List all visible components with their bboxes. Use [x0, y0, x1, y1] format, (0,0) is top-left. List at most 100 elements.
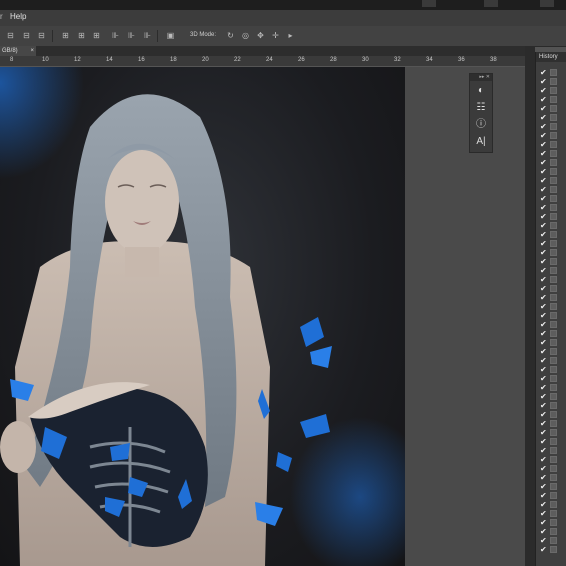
checkmark-icon[interactable]: ✔ — [540, 284, 547, 293]
checkmark-icon[interactable]: ✔ — [540, 149, 547, 158]
checkmark-icon[interactable]: ✔ — [540, 527, 547, 536]
checkmark-icon[interactable]: ✔ — [540, 140, 547, 149]
history-row[interactable]: ✔ — [536, 428, 566, 437]
checkmark-icon[interactable]: ✔ — [540, 266, 547, 275]
history-row[interactable]: ✔ — [536, 410, 566, 419]
checkmark-icon[interactable]: ✔ — [540, 428, 547, 437]
history-row[interactable]: ✔ — [536, 176, 566, 185]
visibility-box-icon[interactable] — [550, 186, 557, 193]
checkmark-icon[interactable]: ✔ — [540, 365, 547, 374]
history-row[interactable]: ✔ — [536, 536, 566, 545]
history-row[interactable]: ✔ — [536, 104, 566, 113]
checkmark-icon[interactable]: ✔ — [540, 293, 547, 302]
visibility-box-icon[interactable] — [550, 420, 557, 427]
checkmark-icon[interactable]: ✔ — [540, 221, 547, 230]
character-icon[interactable]: A| — [473, 135, 489, 149]
history-row[interactable]: ✔ — [536, 149, 566, 158]
checkmark-icon[interactable]: ✔ — [540, 374, 547, 383]
history-row[interactable]: ✔ — [536, 284, 566, 293]
history-row[interactable]: ✔ — [536, 221, 566, 230]
history-row[interactable]: ✔ — [536, 482, 566, 491]
visibility-box-icon[interactable] — [550, 96, 557, 103]
visibility-box-icon[interactable] — [550, 213, 557, 220]
checkmark-icon[interactable]: ✔ — [540, 410, 547, 419]
checkmark-icon[interactable]: ✔ — [540, 536, 547, 545]
3d-scale-icon[interactable]: ▸ — [286, 31, 295, 40]
visibility-box-icon[interactable] — [550, 321, 557, 328]
history-panel-title[interactable]: History — [536, 52, 566, 62]
document-canvas[interactable] — [0, 67, 405, 566]
visibility-box-icon[interactable] — [550, 132, 557, 139]
visibility-box-icon[interactable] — [550, 375, 557, 382]
visibility-box-icon[interactable] — [550, 519, 557, 526]
history-row[interactable]: ✔ — [536, 266, 566, 275]
history-row[interactable]: ✔ — [536, 464, 566, 473]
checkmark-icon[interactable]: ✔ — [540, 491, 547, 500]
visibility-box-icon[interactable] — [550, 249, 557, 256]
history-row[interactable]: ✔ — [536, 356, 566, 365]
history-row[interactable]: ✔ — [536, 122, 566, 131]
checkmark-icon[interactable]: ✔ — [540, 383, 547, 392]
checkmark-icon[interactable]: ✔ — [540, 122, 547, 131]
menu-item-help[interactable]: Help — [10, 12, 26, 21]
checkmark-icon[interactable]: ✔ — [540, 86, 547, 95]
checkmark-icon[interactable]: ✔ — [540, 419, 547, 428]
minimize-button[interactable] — [422, 0, 436, 7]
3d-rotate-icon[interactable]: ↻ — [226, 31, 235, 40]
visibility-box-icon[interactable] — [550, 123, 557, 130]
checkmark-icon[interactable]: ✔ — [540, 104, 547, 113]
checkmark-icon[interactable]: ✔ — [540, 230, 547, 239]
close-tab-icon[interactable]: × — [30, 46, 34, 56]
visibility-box-icon[interactable] — [550, 411, 557, 418]
distribute-right-icon[interactable]: ⊪ — [143, 31, 152, 40]
history-row[interactable]: ✔ — [536, 140, 566, 149]
checkmark-icon[interactable]: ✔ — [540, 68, 547, 77]
visibility-box-icon[interactable] — [550, 78, 557, 85]
visibility-box-icon[interactable] — [550, 501, 557, 508]
checkmark-icon[interactable]: ✔ — [540, 194, 547, 203]
visibility-box-icon[interactable] — [550, 150, 557, 157]
visibility-box-icon[interactable] — [550, 474, 557, 481]
history-row[interactable]: ✔ — [536, 320, 566, 329]
visibility-box-icon[interactable] — [550, 312, 557, 319]
distribute-hcenter-icon[interactable]: ⊪ — [127, 31, 136, 40]
history-row[interactable]: ✔ — [536, 302, 566, 311]
history-row[interactable]: ✔ — [536, 167, 566, 176]
checkmark-icon[interactable]: ✔ — [540, 77, 547, 86]
history-row[interactable]: ✔ — [536, 455, 566, 464]
maximize-button[interactable] — [484, 0, 498, 7]
checkmark-icon[interactable]: ✔ — [540, 500, 547, 509]
visibility-box-icon[interactable] — [550, 285, 557, 292]
3d-roll-icon[interactable]: ◎ — [241, 31, 250, 40]
history-row[interactable]: ✔ — [536, 293, 566, 302]
checkmark-icon[interactable]: ✔ — [540, 464, 547, 473]
visibility-box-icon[interactable] — [550, 195, 557, 202]
history-row[interactable]: ✔ — [536, 95, 566, 104]
distribute-vcenter-icon[interactable]: ⊞ — [77, 31, 86, 40]
visibility-box-icon[interactable] — [550, 465, 557, 472]
visibility-box-icon[interactable] — [550, 528, 557, 535]
checkmark-icon[interactable]: ✔ — [540, 248, 547, 257]
3d-slide-icon[interactable]: ✛ — [271, 31, 280, 40]
history-row[interactable]: ✔ — [536, 338, 566, 347]
checkmark-icon[interactable]: ✔ — [540, 446, 547, 455]
history-row[interactable]: ✔ — [536, 248, 566, 257]
history-row[interactable]: ✔ — [536, 401, 566, 410]
history-row[interactable]: ✔ — [536, 437, 566, 446]
visibility-box-icon[interactable] — [550, 402, 557, 409]
checkmark-icon[interactable]: ✔ — [540, 320, 547, 329]
checkmark-icon[interactable]: ✔ — [540, 509, 547, 518]
history-row[interactable]: ✔ — [536, 329, 566, 338]
visibility-box-icon[interactable] — [550, 537, 557, 544]
history-row[interactable]: ✔ — [536, 473, 566, 482]
checkmark-icon[interactable]: ✔ — [540, 329, 547, 338]
visibility-box-icon[interactable] — [550, 222, 557, 229]
history-row[interactable]: ✔ — [536, 131, 566, 140]
visibility-box-icon[interactable] — [550, 141, 557, 148]
visibility-box-icon[interactable] — [550, 366, 557, 373]
close-window-button[interactable] — [540, 0, 554, 7]
visibility-box-icon[interactable] — [550, 348, 557, 355]
align-bottom-icon[interactable]: ⊟ — [37, 31, 46, 40]
checkmark-icon[interactable]: ✔ — [540, 257, 547, 266]
info-icon[interactable]: ⓘ — [473, 118, 489, 132]
